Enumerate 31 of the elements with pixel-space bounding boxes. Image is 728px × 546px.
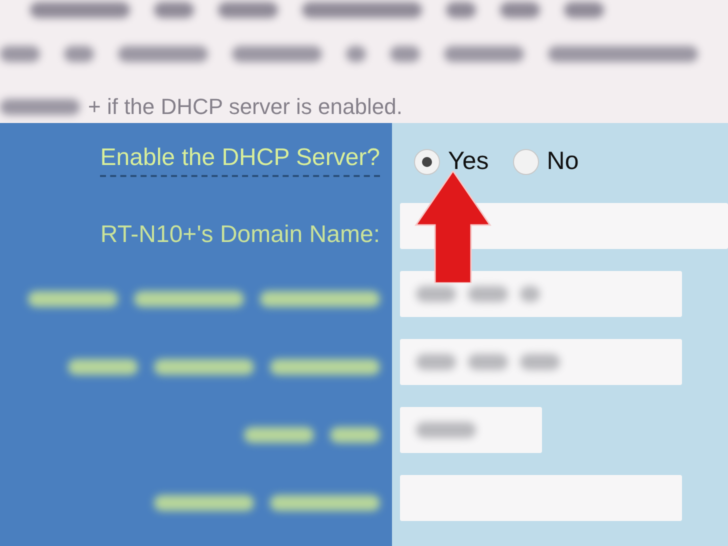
note-text: + if the DHCP server is enabled. [88, 93, 402, 121]
blurred-text [468, 354, 508, 370]
blurred-text [564, 2, 604, 18]
blurred-text [346, 46, 366, 62]
blurred-text [244, 427, 314, 443]
radio-label: No [546, 146, 579, 178]
blurred-text [64, 46, 94, 62]
blurred-text [416, 286, 456, 302]
blurred-text [500, 2, 540, 18]
up-arrow-icon [414, 171, 492, 283]
radio-button[interactable] [414, 149, 440, 175]
text-field[interactable] [400, 271, 682, 317]
blurred-text [416, 354, 456, 370]
blurred-text [468, 286, 508, 302]
radio-button[interactable] [512, 149, 539, 175]
blurred-text [416, 422, 476, 438]
text-field[interactable] [400, 339, 682, 385]
blurred-text [390, 46, 420, 62]
dhcp-label: Enable the DHCP Server? [100, 143, 380, 177]
blurred-text [68, 359, 138, 375]
blurred-text [0, 46, 40, 62]
radio-label: Yes [448, 146, 489, 178]
blurred-text [330, 427, 380, 443]
blurred-text [154, 2, 194, 18]
blurred-text [520, 286, 540, 302]
text-field[interactable] [400, 407, 542, 453]
blurred-text [446, 2, 476, 18]
blurred-text [218, 2, 278, 18]
text-field[interactable] [400, 475, 682, 521]
blurred-text [520, 354, 560, 370]
field-label: RT-N10+'s Domain Name: [100, 220, 380, 250]
